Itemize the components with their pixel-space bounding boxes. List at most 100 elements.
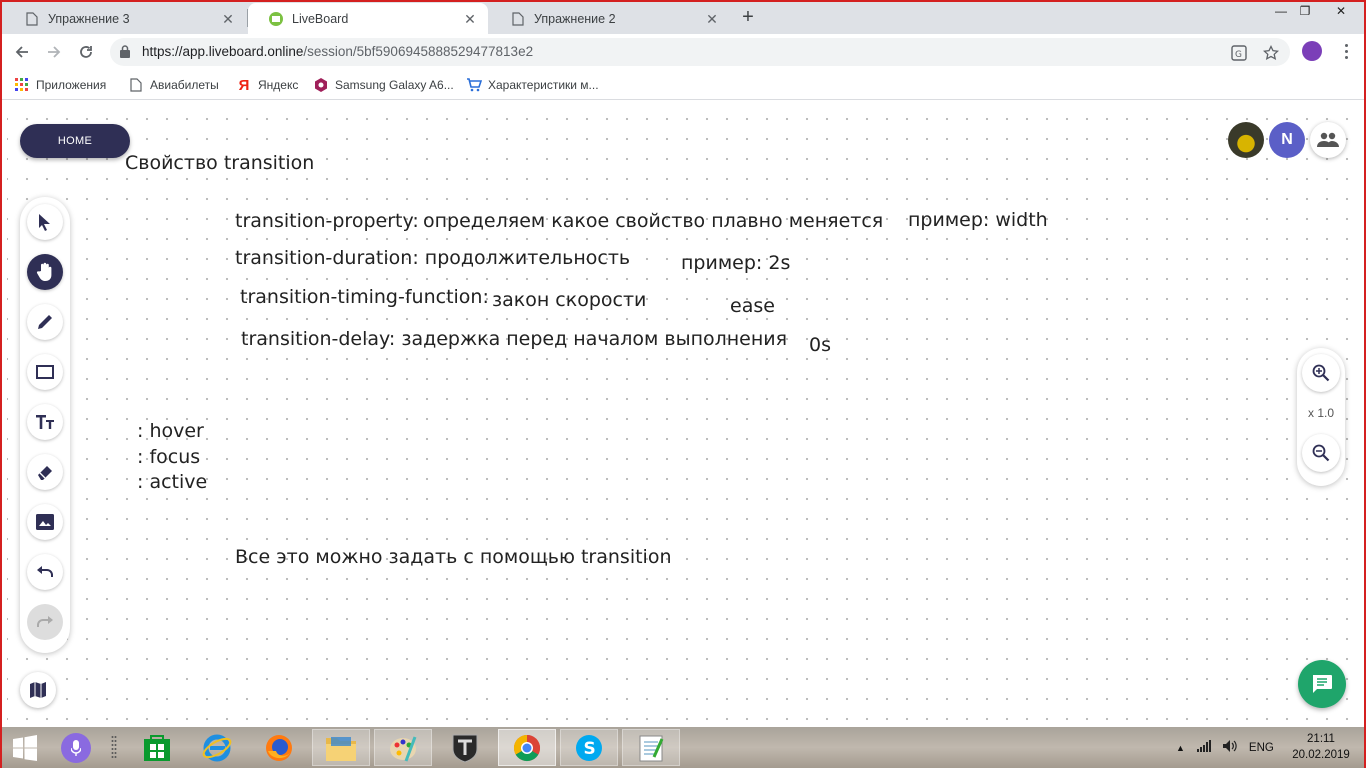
network-signal-icon[interactable] [1196,740,1211,755]
close-icon[interactable]: ✕ [704,11,720,27]
user-avatar-initial[interactable]: N [1269,122,1305,158]
participants-button[interactable] [1310,122,1346,158]
text-tool[interactable] [27,404,63,440]
tab-divider [247,9,248,27]
cortana-mic-button[interactable] [54,729,98,766]
map-icon [30,682,46,698]
redo-button[interactable] [27,604,63,640]
bookmark-aviabilety[interactable]: Авиабилеты [128,76,219,94]
bookmark-specs[interactable]: Характеристики м... [466,76,599,94]
board-map-button[interactable] [20,672,56,708]
store-icon [144,734,170,761]
paint-palette-icon [390,735,417,762]
new-tab-button[interactable]: + [736,6,760,30]
yandex-icon: Я [238,76,250,94]
rectangle-tool[interactable] [27,354,63,390]
arrow-right-icon [48,46,61,58]
people-icon [1317,132,1339,147]
browser-toolbar: https://app.liveboard.online/session/5bf… [0,34,1366,70]
hand-icon [36,262,52,281]
pencil-tool[interactable] [27,304,63,340]
close-icon[interactable]: ✕ [220,11,236,27]
maximize-button[interactable]: ❐ [1290,0,1320,24]
tab-liveboard[interactable]: LiveBoard ✕ [248,3,488,34]
tab-title: Упражнение 3 [48,11,130,26]
eraser-tool[interactable] [27,454,63,490]
undo-button[interactable] [27,554,63,590]
microphone-icon [61,732,91,763]
taskbar-explorer[interactable] [312,729,370,766]
row-duration-name: transition-duration: продолжительность [235,247,631,269]
reload-icon [80,46,92,58]
tab-exercise-2[interactable]: Упражнение 2 ✕ [490,3,730,34]
svg-text:G: G [1235,50,1242,60]
chat-button[interactable] [1298,660,1346,708]
grip-icon [111,735,117,758]
apps-grid-icon [14,77,30,93]
bookmark-apps[interactable]: Приложения [14,76,106,94]
internet-explorer-icon [202,734,232,761]
eraser-icon [38,466,52,480]
system-clock[interactable]: 21:11 20.02.2019 [1290,731,1352,763]
taskbar-world-of-tanks[interactable] [436,729,494,766]
volume-icon[interactable] [1222,740,1237,755]
tool-panel [20,197,70,653]
state-active: : active [137,471,208,493]
whiteboard-canvas[interactable] [7,101,1359,727]
taskbar-chrome[interactable] [498,729,556,766]
close-icon[interactable]: ✕ [462,11,478,27]
pencil-icon [38,315,52,329]
taskbar-ie[interactable] [188,729,246,766]
tab-exercise-3[interactable]: Упражнение 3 ✕ [4,3,246,34]
hand-tool[interactable] [27,254,63,290]
row-timing-example: ease [730,295,775,317]
zoom-in-button[interactable] [1302,354,1340,392]
language-indicator[interactable]: ENG [1249,742,1274,754]
taskbar-skype[interactable]: S [560,729,618,766]
bookmark-label: Авиабилеты [150,78,219,92]
row-delay-name: transition-delay: задержка перед началом… [241,328,788,350]
star-icon[interactable] [1262,44,1280,62]
select-tool[interactable] [27,204,63,240]
zoom-level: x 1.0 [1307,406,1334,420]
user-avatar-photo[interactable] [1228,122,1264,158]
page-icon [128,77,144,93]
window-close-button[interactable]: ✕ [1318,0,1364,24]
taskbar-store[interactable] [128,729,186,766]
image-icon [36,514,54,530]
extension-icon[interactable] [1302,41,1322,61]
url-text: https://app.liveboard.online/session/5bf… [142,44,533,59]
notepad-icon [639,735,664,761]
forward-button[interactable] [42,40,66,64]
back-button[interactable] [10,40,34,64]
browser-menu-button[interactable] [1337,40,1355,62]
zoom-in-icon [1312,364,1330,382]
row-delay-example: 0s [809,334,831,356]
taskbar-firefox[interactable] [250,729,308,766]
task-view-handle[interactable] [100,729,128,766]
bookmark-samsung[interactable]: Samsung Galaxy A6... [313,76,454,94]
tab-title: LiveBoard [292,11,349,26]
home-button[interactable]: HOME [20,124,130,158]
text-size-icon [36,415,54,429]
firefox-icon [266,734,292,761]
chevron-up-icon[interactable]: ▲ [1176,743,1185,753]
liveboard-icon [268,11,284,27]
image-tool[interactable] [27,504,63,540]
samsung-icon [313,77,329,93]
reload-button[interactable] [74,40,98,64]
bookmark-yandex[interactable]: Я Яндекс [236,76,299,94]
url-path: /session/5bf5906945888529477813e2 [303,44,534,59]
translate-icon[interactable]: G [1230,44,1248,62]
lock-icon [120,45,130,63]
url-host: https://app.liveboard.online [142,44,304,59]
taskbar-paint[interactable] [374,729,432,766]
zoom-panel: x 1.0 [1297,348,1345,486]
row-timing-name: transition-timing-function: [240,286,489,308]
row-property-desc: определяем какое свойство плавно меняетс… [423,210,884,232]
zoom-out-button[interactable] [1302,434,1340,472]
address-bar[interactable]: https://app.liveboard.online/session/5bf… [110,38,1290,66]
start-button[interactable] [0,729,50,766]
bookmark-label: Samsung Galaxy A6... [335,78,454,92]
taskbar-notepad[interactable] [622,729,680,766]
